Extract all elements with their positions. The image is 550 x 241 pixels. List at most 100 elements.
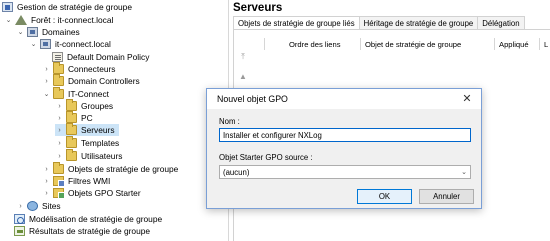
- order-tools: ⤒ ▲: [238, 52, 250, 92]
- tree-item-wmi-filters[interactable]: › Filtres WMI: [42, 175, 110, 187]
- tree-item-label: Filtres WMI: [68, 176, 111, 186]
- page-title: Serveurs: [233, 2, 283, 14]
- tree-item-label: Connecteurs: [68, 64, 116, 74]
- starter-gpo-value: (aucun): [223, 167, 250, 177]
- tab-linked-gpos[interactable]: Objets de stratégie de groupe liés: [233, 16, 360, 30]
- forest-icon: [15, 15, 27, 25]
- chevron-down-icon[interactable]: ⌄: [42, 90, 51, 99]
- dialog-title: Nouvel objet GPO: [217, 94, 288, 104]
- column-enforced[interactable]: Appliqué: [499, 40, 529, 50]
- tree-item-label: Utilisateurs: [81, 151, 123, 161]
- chevron-right-icon[interactable]: ›: [42, 177, 51, 186]
- column-gpo[interactable]: Objet de stratégie de groupe: [365, 40, 461, 50]
- gpmc-icon: [2, 2, 13, 12]
- starter-gpo-label: Objet Starter GPO source :: [219, 153, 313, 162]
- tree-item-domain-controllers[interactable]: › Domain Controllers: [42, 74, 140, 87]
- tab-strip: Objets de stratégie de groupe liés Hérit…: [233, 16, 525, 30]
- tree-item-utilisateurs[interactable]: › Utilisateurs: [55, 149, 123, 162]
- tree-item-pc[interactable]: › PC: [55, 111, 93, 124]
- chevron-down-icon[interactable]: ⌄: [4, 16, 13, 25]
- folder-icon: [66, 99, 77, 111]
- tree-item-default-policy[interactable]: Default Domain Policy: [52, 51, 149, 63]
- chevron-down-icon[interactable]: ⌄: [29, 40, 38, 49]
- chevron-down-icon: ⌄: [461, 169, 467, 176]
- starter-gpo-icon: [53, 188, 65, 199]
- tree-item-label: Forêt : it-connect.local: [31, 15, 114, 25]
- tree-item-groupes[interactable]: › Groupes: [55, 99, 114, 112]
- new-gpo-dialog: Nouvel objet GPO ✕ Nom : Installer et co…: [206, 88, 482, 209]
- dialog-titlebar[interactable]: Nouvel objet GPO ✕: [207, 89, 481, 109]
- results-icon: [14, 226, 25, 236]
- gpo-link-icon: [52, 52, 63, 62]
- tree-item-label: Groupes: [81, 101, 114, 111]
- name-label: Nom :: [219, 117, 240, 126]
- domain-icon: [40, 39, 51, 49]
- tree-item-forest[interactable]: ⌄ Forêt : it-connect.local: [4, 14, 113, 26]
- starter-gpo-select[interactable]: (aucun) ⌄: [219, 165, 471, 179]
- folder-icon: [53, 62, 64, 74]
- chevron-right-icon[interactable]: ›: [42, 189, 51, 198]
- tree-item-modeling[interactable]: Modélisation de stratégie de groupe: [14, 213, 162, 225]
- folder-icon: [66, 136, 77, 148]
- tree-item-label: Sites: [42, 201, 61, 211]
- chevron-right-icon[interactable]: ›: [55, 152, 64, 161]
- tree-item-gpo-objects[interactable]: › Objets de stratégie de groupe: [42, 162, 179, 175]
- tree-item-label: Résultats de stratégie de groupe: [29, 226, 151, 236]
- folder-icon: [66, 123, 77, 135]
- tree-item-label: Default Domain Policy: [67, 52, 150, 62]
- column-separator[interactable]: [264, 38, 265, 50]
- chevron-right-icon[interactable]: ›: [55, 126, 64, 135]
- tree-item-label: Gestion de stratégie de groupe: [17, 2, 133, 12]
- chevron-right-icon[interactable]: ›: [42, 165, 51, 174]
- tree-item-sites[interactable]: › Sites: [16, 200, 61, 212]
- tree-item-templates[interactable]: › Templates: [55, 136, 120, 149]
- folder-icon: [53, 162, 64, 174]
- chevron-right-icon[interactable]: ›: [55, 102, 64, 111]
- chevron-right-icon[interactable]: ›: [55, 139, 64, 148]
- tree-item-label: Serveurs: [81, 125, 115, 135]
- wmi-filter-icon: [53, 176, 65, 187]
- tree-item-gpmc-root[interactable]: Gestion de stratégie de groupe: [2, 1, 132, 13]
- tree-item-domains[interactable]: ⌄ Domaines: [16, 26, 80, 38]
- tree-item-label: Objets GPO Starter: [68, 188, 141, 198]
- column-link-order[interactable]: Ordre des liens: [289, 40, 341, 50]
- chevron-right-icon[interactable]: ›: [42, 65, 51, 74]
- chevron-right-icon[interactable]: ›: [16, 202, 25, 211]
- tree-item-it-connect[interactable]: ⌄ IT-Connect: [42, 87, 109, 100]
- modeling-icon: [14, 214, 25, 224]
- column-separator[interactable]: [494, 38, 495, 50]
- tab-inheritance[interactable]: Héritage de stratégie de groupe: [358, 16, 479, 30]
- tree-item-label: Templates: [81, 138, 120, 148]
- folder-icon: [66, 111, 77, 123]
- folder-icon: [53, 87, 64, 99]
- move-top-icon[interactable]: ⤒: [238, 52, 248, 62]
- tree-item-domain[interactable]: ⌄ it-connect.local: [29, 38, 111, 50]
- tree-item-results[interactable]: Résultats de stratégie de groupe: [14, 225, 150, 237]
- cancel-button[interactable]: Annuler: [419, 189, 474, 204]
- tree-item-label: Modélisation de stratégie de groupe: [29, 214, 163, 224]
- tree-item-label: IT-Connect: [68, 89, 109, 99]
- folder-icon: [66, 149, 77, 161]
- chevron-right-icon[interactable]: ›: [42, 77, 51, 86]
- tree-item-serveurs[interactable]: › Serveurs: [55, 123, 119, 136]
- chevron-down-icon[interactable]: ⌄: [16, 28, 25, 37]
- console-tree: Gestion de stratégie de groupe ⌄ Forêt :…: [0, 0, 228, 241]
- sites-icon: [27, 201, 38, 211]
- column-link-enabled[interactable]: L: [544, 40, 548, 50]
- tree-item-label: PC: [81, 113, 93, 123]
- domains-icon: [27, 27, 38, 37]
- tree-item-label: it-connect.local: [55, 39, 111, 49]
- close-icon[interactable]: ✕: [461, 92, 473, 105]
- folder-icon: [53, 74, 64, 86]
- move-up-icon[interactable]: ▲: [238, 72, 248, 82]
- column-separator[interactable]: [539, 38, 540, 50]
- column-separator[interactable]: [360, 38, 361, 50]
- tree-item-label: Domain Controllers: [68, 76, 140, 86]
- tab-delegation[interactable]: Délégation: [477, 16, 525, 30]
- ok-button[interactable]: OK: [357, 189, 412, 204]
- tree-item-label: Objets de stratégie de groupe: [68, 164, 179, 174]
- tree-item-starter-gpo[interactable]: › Objets GPO Starter: [42, 187, 141, 199]
- tree-item-label: Domaines: [42, 27, 80, 37]
- chevron-right-icon[interactable]: ›: [55, 114, 64, 123]
- name-input[interactable]: Installer et configurer NXLog: [219, 128, 471, 142]
